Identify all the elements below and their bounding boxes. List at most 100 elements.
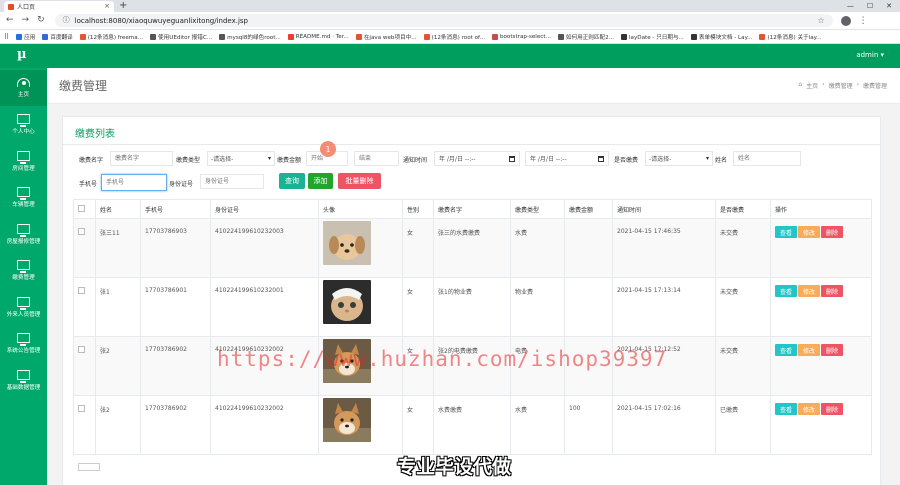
batch-delete-button[interactable]: 批量删除 [338, 173, 381, 189]
edit-button[interactable]: 修改 [798, 226, 820, 238]
phone-input[interactable] [101, 174, 167, 191]
fee-table: 姓名 手机号 身份证号 头像 性别 缴费名字 缴费类型 缴费金额 通知时间 是否缴费 操作 张三11… [73, 199, 872, 455]
window-controls: — ☐ ✕ [847, 0, 892, 12]
view-button[interactable]: 查看 [775, 226, 797, 238]
bookmark-label: 表单模块文档 - Lay... [698, 34, 753, 41]
cell-fee-name: 张三的水费缴费 [433, 218, 511, 278]
bookmark-item[interactable]: 使用UEditor 报错C... [150, 33, 212, 41]
select-all-checkbox[interactable] [78, 204, 85, 212]
panel-title: 缴费列表 [75, 129, 115, 140]
delete-button[interactable]: 删除 [821, 226, 843, 238]
sidebar-item-0[interactable]: 主页 [0, 70, 47, 106]
sidebar-item-4[interactable]: 房屋报修管理 [0, 216, 47, 252]
bookmark-item[interactable]: (12条消息) 关于lay... [759, 33, 822, 41]
sidebar-item-3[interactable]: 车辆管理 [0, 180, 47, 216]
forward-icon[interactable]: → [22, 16, 30, 25]
delete-button[interactable]: 删除 [821, 285, 843, 297]
calendar-icon[interactable] [509, 155, 515, 162]
page-favicon-icon [8, 3, 14, 10]
add-button[interactable]: 添加 [308, 173, 333, 189]
back-icon[interactable]: ← [6, 16, 14, 25]
paid-select[interactable]: -请选择- ▾ [645, 151, 713, 166]
browser-tab[interactable]: 人口页 × [4, 1, 114, 12]
bookmark-star-icon[interactable]: ☆ [817, 16, 824, 25]
delete-button[interactable]: 删除 [821, 403, 843, 415]
sidebar-item-label: 外来人员管理 [6, 311, 41, 318]
apps-grid-icon[interactable]: ⠿ [4, 33, 9, 41]
view-button[interactable]: 查看 [775, 403, 797, 415]
minimize-icon[interactable]: — [847, 0, 854, 12]
chevron-down-icon: ▾ [267, 155, 271, 162]
sidebar-item-8[interactable]: 基础数据管理 [0, 362, 47, 398]
fee-type-select[interactable]: -请选择- ▾ [207, 151, 275, 166]
bookmark-item[interactable]: bootstrap-select... [491, 33, 551, 40]
row-checkbox[interactable] [78, 287, 85, 294]
edit-button[interactable]: 修改 [798, 285, 820, 297]
view-button[interactable]: 查看 [775, 344, 797, 356]
delete-button[interactable]: 删除 [821, 344, 843, 356]
bookmark-item[interactable]: 如何用正则匹配2... [557, 33, 614, 41]
bookmark-item[interactable]: 应用 [16, 33, 35, 41]
bookmark-favicon-icon [219, 33, 226, 40]
monitor-icon [17, 150, 30, 164]
monitor-icon [17, 296, 30, 310]
idcard-input[interactable] [200, 174, 264, 189]
breadcrumb-section[interactable]: 缴费管理 [829, 81, 853, 90]
row-checkbox[interactable] [78, 405, 85, 412]
bookmark-item[interactable]: 表单模块文档 - Lay... [690, 33, 753, 41]
edit-button[interactable]: 修改 [798, 344, 820, 356]
bookmark-item[interactable]: (12条消息) root of... [423, 33, 485, 41]
bookmark-item[interactable]: layDate - 只日期与... [620, 33, 684, 41]
bookmark-item[interactable]: (12条消息) freema... [79, 33, 143, 41]
sidebar-item-6[interactable]: 外来人员管理 [0, 289, 47, 325]
sidebar-item-1[interactable]: 个人中心 [0, 107, 47, 143]
select-all-cell [73, 199, 96, 219]
bookmark-label: README.md · Ter... [295, 33, 349, 40]
row-checkbox[interactable] [78, 346, 85, 353]
table-row[interactable]: 张三11 17703786903 410224199610232003 女张三的水费缴… [73, 218, 872, 278]
watermark-url: https://www.huzhan.com/ishop39397 [217, 347, 668, 371]
cell-fee-type: 水费 [510, 395, 565, 455]
sidebar-item-2[interactable]: 房间管理 [0, 143, 47, 179]
account-icon[interactable] [840, 15, 851, 26]
breadcrumb-separator-icon: › [856, 81, 859, 88]
cell-name: 张三11 [95, 218, 141, 278]
maximize-icon[interactable]: ☐ [867, 0, 873, 12]
admin-user-menu[interactable]: admin ▾ [856, 51, 884, 59]
bookmark-item[interactable]: README.md · Ter... [287, 33, 349, 40]
notice-time-end-input[interactable]: 年 /月/日 --:-- [525, 151, 609, 166]
monitor-icon [17, 260, 30, 273]
paid-label: 是否缴费 [614, 157, 639, 164]
edit-button[interactable]: 修改 [798, 403, 820, 415]
reload-icon[interactable]: ↻ [37, 16, 45, 25]
fee-name-input[interactable] [110, 151, 173, 166]
avatar-cell [318, 277, 403, 337]
name-label: 姓名 [715, 157, 728, 164]
close-tab-icon[interactable]: × [104, 3, 110, 10]
bookmark-label: 应用 [24, 34, 36, 41]
calendar-icon[interactable] [598, 155, 604, 162]
table-row[interactable]: 张1 17703786901 410224199610232001 女张1的物业费 物业… [73, 277, 872, 337]
sidebar-item-7[interactable]: 系统公告管理 [0, 326, 47, 362]
sidebar-item-label: 房屋报修管理 [6, 238, 41, 245]
browser-menu-icon[interactable]: ⋮ [859, 16, 868, 26]
name-input[interactable] [733, 151, 801, 166]
pagination-control[interactable] [78, 463, 100, 471]
notice-time-start-input[interactable]: 年 /月/日 --:-- [434, 151, 520, 166]
close-window-icon[interactable]: ✕ [886, 0, 892, 12]
breadcrumb-separator-icon: › [822, 81, 825, 88]
bookmark-item[interactable]: mysql8的绿色root... [219, 33, 281, 41]
bookmark-label: mysql8的绿色root... [227, 34, 281, 41]
view-button[interactable]: 查看 [775, 285, 797, 297]
bookmark-item[interactable]: 百度翻译 [42, 33, 73, 41]
url-input[interactable]: ⓘ localhost:8080/xiaoquwuyeguanlixitong/… [54, 14, 833, 27]
amount-end-input[interactable] [354, 151, 399, 166]
row-checkbox[interactable] [78, 228, 85, 235]
bookmark-item[interactable]: 在java web项目中... [355, 33, 417, 41]
sidebar-item-5[interactable]: 缴费管理 [0, 253, 47, 289]
query-button[interactable]: 查询 [279, 173, 305, 189]
breadcrumb-home[interactable]: 主页 [806, 81, 818, 90]
new-tab-icon[interactable]: + [119, 0, 127, 12]
row-actions: 查看 修改 删除 [770, 277, 872, 337]
table-row[interactable]: 张2 17703786902 410224199610232002 女水费缴费 水费 10… [73, 395, 872, 455]
